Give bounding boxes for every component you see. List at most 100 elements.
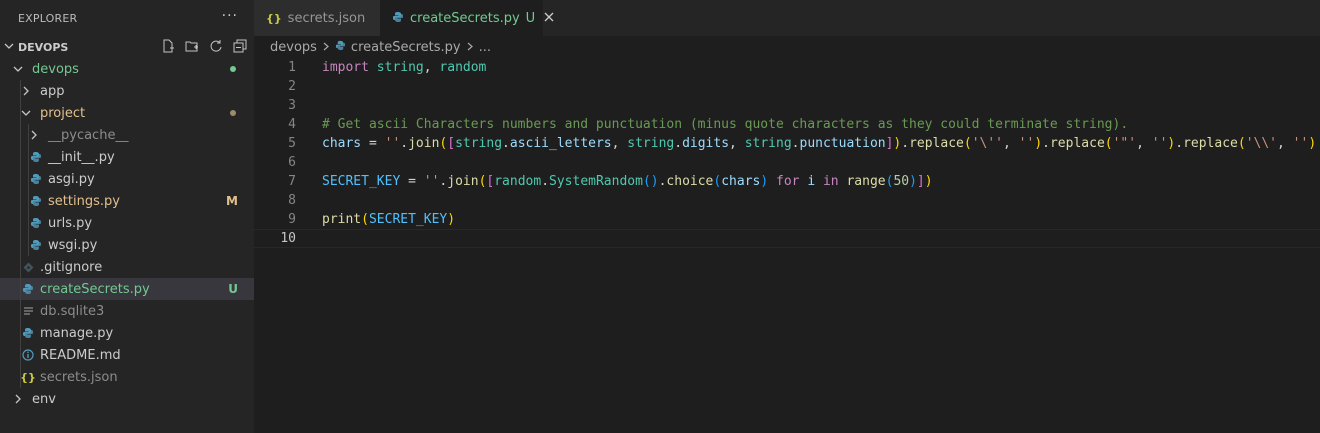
tree-item-label: __pycache__ (48, 127, 129, 143)
code-line[interactable]: 8 (254, 191, 1320, 210)
json-icon: {} (266, 11, 282, 25)
code-line[interactable]: 6 (254, 153, 1320, 172)
python-icon (28, 237, 44, 253)
indent-guide (20, 190, 21, 212)
tab-secrets-json[interactable]: {} secrets.json (254, 0, 380, 36)
line-content: import string, random (322, 60, 487, 75)
tree-file-secrets-json[interactable]: {} secrets.json (0, 366, 254, 388)
indent-guide (20, 278, 21, 300)
indent-guide (20, 300, 21, 322)
tree-item-label: README.md (40, 347, 121, 363)
tree-file-settings[interactable]: settings.py M (0, 190, 254, 212)
code-line[interactable]: 2 (254, 77, 1320, 96)
line-number: 10 (280, 231, 296, 246)
tree-item-label: manage.py (40, 325, 114, 341)
line-number: 5 (288, 136, 296, 151)
tree-file-createsecrets[interactable]: createSecrets.py U (0, 278, 254, 300)
indent-guide (28, 190, 29, 212)
refresh-icon[interactable] (208, 38, 224, 54)
indent-guide (28, 124, 29, 146)
tree-file-db[interactable]: db.sqlite3 (0, 300, 254, 322)
code-line[interactable]: 4 # Get ascii Characters numbers and pun… (254, 115, 1320, 134)
tab-createsecrets[interactable]: createSecrets.py U (380, 0, 554, 36)
line-content: SECRET_KEY = ''.join([random.SystemRando… (322, 174, 933, 189)
tree-item-label: project (40, 105, 86, 121)
chevron-right-icon (10, 394, 26, 404)
code-editor[interactable]: 1 import string, random 2 3 4 # Get asci… (254, 58, 1320, 248)
tree-file-urls[interactable]: urls.py (0, 212, 254, 234)
indent-guide (20, 146, 21, 168)
indent-guide (28, 212, 29, 234)
breadcrumb-symbols[interactable]: ... (479, 40, 491, 55)
tree-item-label: __init__.py (48, 149, 115, 165)
breadcrumb-folder[interactable]: devops (270, 40, 317, 55)
status-dot (230, 110, 236, 116)
line-content: # Get ascii Characters numbers and punct… (322, 117, 1129, 132)
indent-guide (20, 168, 21, 190)
indent-guide (20, 80, 21, 102)
python-icon (20, 325, 36, 341)
line-number: 3 (288, 98, 296, 113)
new-folder-icon[interactable] (184, 38, 200, 54)
more-actions-icon[interactable]: ··· (222, 8, 238, 24)
line-number: 1 (288, 60, 296, 75)
explorer-title: EXPLORER (18, 11, 78, 25)
tree-folder-pycache[interactable]: __pycache__ (0, 124, 254, 146)
indent-guide (28, 234, 29, 256)
git-icon (20, 259, 36, 275)
python-icon (20, 281, 36, 297)
tree-folder-devops[interactable]: devops (0, 58, 254, 80)
chevron-right-icon (322, 40, 330, 55)
line-content: print(SECRET_KEY) (322, 212, 456, 227)
tree-file-readme[interactable]: README.md (0, 344, 254, 366)
tree-item-label: createSecrets.py (40, 281, 150, 297)
indent-guide (20, 212, 21, 234)
tree-file-gitignore[interactable]: .gitignore (0, 256, 254, 278)
code-line[interactable]: 3 (254, 96, 1320, 115)
code-line[interactable]: 1 import string, random (254, 58, 1320, 77)
indent-guide (20, 124, 21, 146)
code-line[interactable]: 9 print(SECRET_KEY) (254, 210, 1320, 229)
workspace-section-header[interactable]: DEVOPS (0, 36, 254, 58)
indent-guide (20, 344, 21, 366)
collapse-all-icon[interactable] (232, 38, 248, 54)
editor-area: {} secrets.json createSecrets.py U devop… (254, 0, 1320, 433)
tree-file-init[interactable]: __init__.py (0, 146, 254, 168)
tree-item-label: devops (32, 61, 79, 77)
python-icon (28, 215, 44, 231)
tree-item-label: wsgi.py (48, 237, 98, 253)
python-icon (28, 171, 44, 187)
tab-status-badge: U (525, 10, 536, 26)
tree-file-wsgi[interactable]: wsgi.py (0, 234, 254, 256)
breadcrumb-file[interactable]: createSecrets.py (351, 40, 461, 55)
code-line[interactable]: 5 chars = ''.join([string.ascii_letters,… (254, 134, 1320, 153)
code-line-current[interactable]: 10 (254, 229, 1320, 248)
line-number: 8 (288, 193, 296, 208)
tree-item-label: secrets.json (40, 369, 118, 385)
tree-item-label: urls.py (48, 215, 93, 231)
line-number: 9 (288, 212, 296, 227)
tree-folder-env[interactable]: env (0, 388, 254, 410)
tree-item-label: settings.py (48, 193, 120, 209)
tree-folder-project[interactable]: project (0, 102, 254, 124)
tree-item-label: app (40, 83, 65, 99)
workspace-title: DEVOPS (18, 40, 69, 54)
json-icon: {} (20, 370, 36, 384)
section-actions (160, 38, 248, 54)
tree-item-label: asgi.py (48, 171, 95, 187)
new-file-icon[interactable] (160, 38, 176, 54)
tree-file-manage[interactable]: manage.py (0, 322, 254, 344)
indent-guide (20, 366, 21, 388)
tree-file-asgi[interactable]: asgi.py (0, 168, 254, 190)
tree-folder-app[interactable]: app (0, 80, 254, 102)
untracked-badge: U (228, 282, 238, 296)
code-line[interactable]: 7 SECRET_KEY = ''.join([random.SystemRan… (254, 172, 1320, 191)
line-content: chars = ''.join([string.ascii_letters, s… (322, 136, 1317, 151)
file-tree: devops app project __pycache__ __init__.… (0, 58, 254, 410)
close-icon[interactable] (544, 10, 554, 26)
tab-label: createSecrets.py (410, 10, 520, 26)
line-number: 2 (288, 79, 296, 94)
explorer-sidebar: EXPLORER ··· DEVOPS devops app project _… (0, 0, 254, 433)
chevron-down-icon (10, 64, 26, 74)
database-icon (20, 303, 36, 319)
